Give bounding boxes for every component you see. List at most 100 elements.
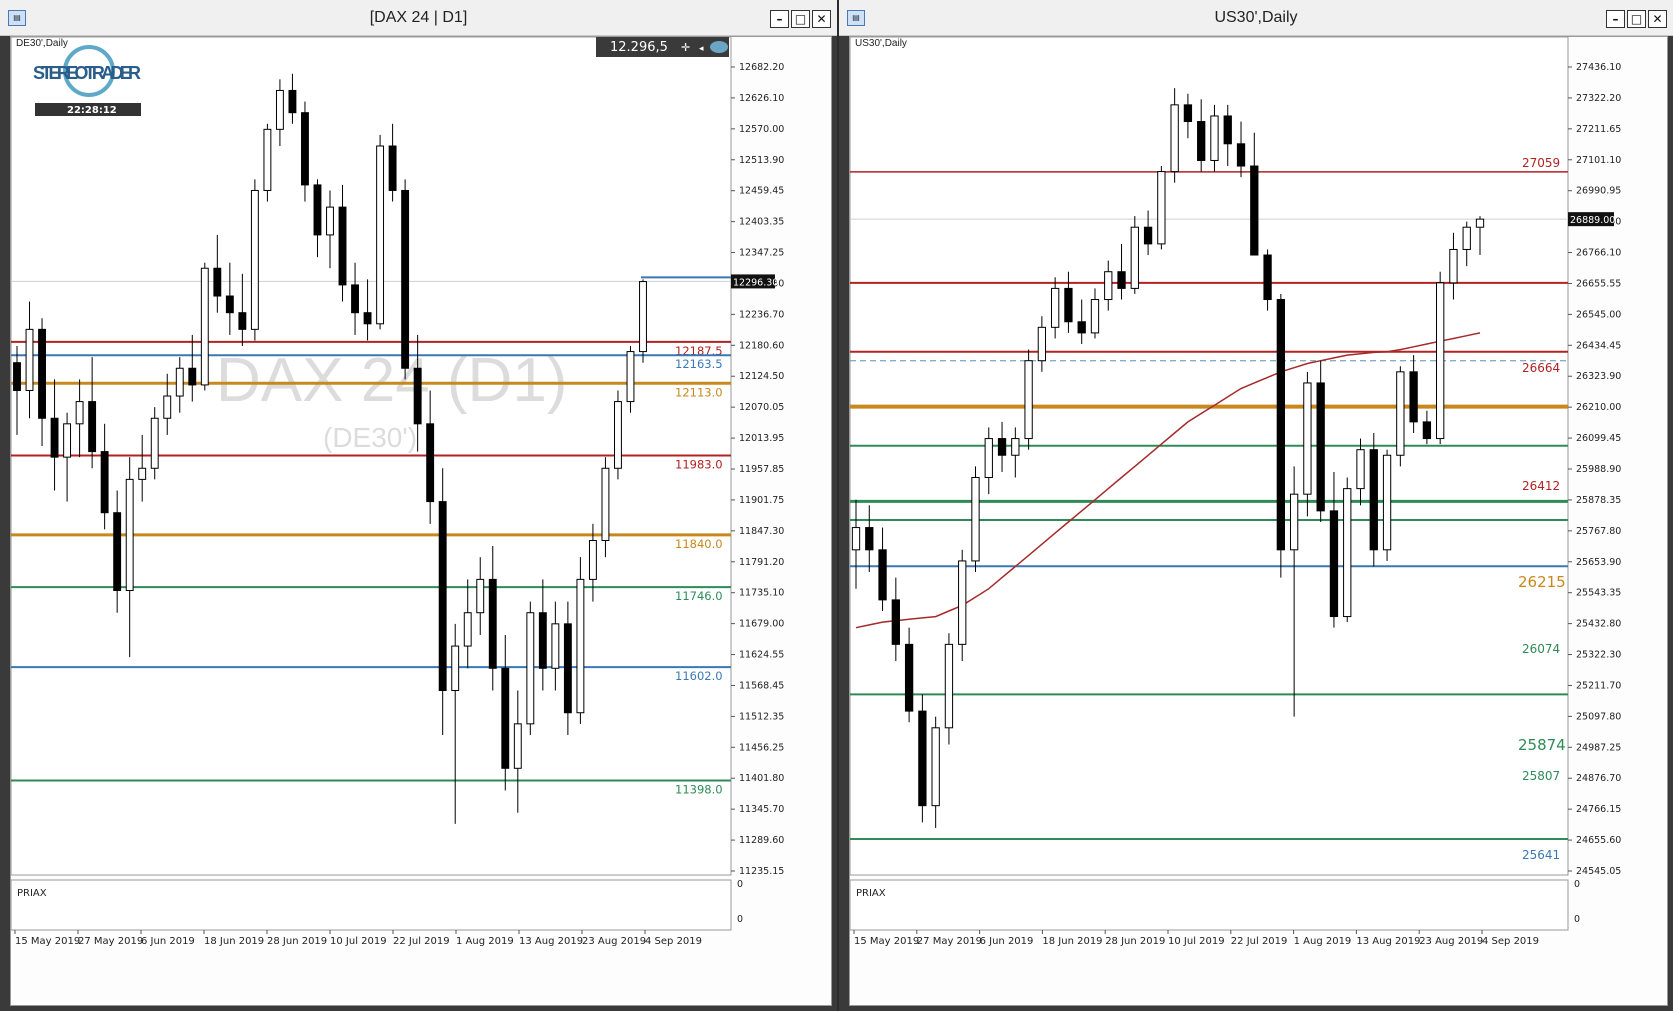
y-tick-label: 12013.95 (739, 433, 784, 444)
close-button[interactable]: ✕ (812, 10, 831, 28)
candle-body (551, 623, 560, 669)
candle-body (1382, 454, 1392, 551)
candle-body (878, 549, 887, 601)
candle-body (931, 727, 940, 807)
candle-body (1210, 115, 1219, 161)
y-tick-label: 11679.00 (739, 619, 784, 630)
x-tick-label: 6 Jun 2019 (980, 936, 1034, 947)
level-label: 25874 (1518, 736, 1566, 754)
level-label: 11840.0 (675, 537, 723, 551)
candle-body (288, 89, 297, 114)
y-tick-label: 12513.90 (739, 155, 784, 166)
candle-body (501, 667, 510, 769)
y-tick-label: 25878.35 (1576, 495, 1621, 506)
x-tick-label: 15 May 2019 (854, 936, 919, 947)
x-tick-label: 23 Aug 2019 (582, 936, 646, 947)
candle-body (438, 501, 447, 692)
level-label: 11746.0 (675, 589, 723, 603)
indicator-tick-bottom: 0 (1574, 914, 1580, 925)
candle-body (100, 451, 109, 514)
candle-body (865, 527, 874, 551)
dax-titlebar[interactable]: ▤ [DAX 24 | D1] – □ ✕ (0, 0, 837, 36)
us30-chart-svg[interactable]: US30',Daily 27436.10 27322.20 27211.65 27101… (850, 37, 1669, 1002)
candle-body (13, 362, 21, 391)
us30-chart-window: ▤ US30',Daily – □ ✕ US30',Daily 27436.10 2… (839, 0, 1673, 1011)
x-tick-label: 10 Jul 2019 (330, 936, 387, 947)
y-tick-label: 11624.55 (739, 650, 784, 661)
y-tick-label: 11901.75 (739, 495, 784, 506)
level-label: 12163.5 (675, 357, 723, 371)
y-tick-label: 12570.00 (739, 124, 784, 135)
minimize-button[interactable]: – (770, 10, 789, 28)
y-tick-label: 25211.70 (1576, 680, 1621, 691)
y-tick-label: 12180.60 (739, 340, 784, 351)
y-tick-label: 26434.45 (1576, 340, 1621, 351)
candle-body (1475, 218, 1485, 228)
candle-body (904, 643, 914, 712)
x-tick-label: 28 Jun 2019 (267, 936, 327, 947)
symbol-label: US30',Daily (855, 38, 907, 49)
candle-body (984, 438, 993, 479)
candle-body (1104, 271, 1113, 301)
candle-body (1197, 121, 1206, 161)
candle-body (451, 645, 460, 692)
maximize-button[interactable]: □ (791, 10, 810, 28)
current-price-label: 12296.30 (733, 277, 778, 288)
candle-body (576, 578, 585, 714)
candle-body (1117, 271, 1126, 289)
y-tick-label: 12236.70 (739, 309, 784, 320)
close-button[interactable]: ✕ (1648, 10, 1667, 28)
x-tick-label: 4 Sep 2019 (645, 936, 702, 947)
y-tick-label: 26655.55 (1576, 278, 1621, 289)
indicator-pane (11, 879, 732, 931)
candle-body (263, 128, 272, 191)
x-tick-label: 27 May 2019 (917, 936, 982, 947)
y-tick-label: 12626.10 (739, 93, 784, 104)
candle-body (958, 560, 967, 645)
candle-body (351, 284, 359, 314)
indicator-tick-top: 0 (1574, 879, 1580, 890)
us30-window-title: US30',Daily (1214, 9, 1298, 26)
y-tick-label: 24987.25 (1576, 742, 1621, 753)
x-tick-label: 10 Jul 2019 (1168, 936, 1225, 947)
us30-titlebar[interactable]: ▤ US30',Daily – □ ✕ (839, 0, 1673, 36)
candle-body (1422, 421, 1432, 440)
candle-body (1236, 143, 1246, 167)
indicator-pane (850, 879, 1569, 931)
candle-body (163, 395, 172, 419)
x-tick-label: 23 Aug 2019 (1419, 936, 1483, 947)
y-tick-label: 11456.25 (739, 742, 784, 753)
candle-body (250, 189, 259, 330)
y-tick-label: 11512.35 (739, 711, 784, 722)
candle-body (413, 367, 422, 425)
maximize-button[interactable]: □ (1627, 10, 1646, 28)
x-tick-label: 6 Jun 2019 (141, 936, 195, 947)
dax-chart-svg[interactable]: DE30',Daily 12682.20 12626.10 12570.00 12513… (11, 37, 833, 1002)
candle-body (1462, 226, 1471, 250)
y-tick-label: 27436.10 (1576, 62, 1621, 73)
y-tick-label: 24766.15 (1576, 804, 1621, 815)
level-label: 27059 (1522, 156, 1560, 170)
y-tick-label: 11847.30 (739, 526, 784, 537)
candle-body (1409, 371, 1418, 423)
candle-body (891, 599, 900, 645)
candle-body (588, 539, 597, 580)
us30-chart-area[interactable]: US30',Daily 27436.10 27322.20 27211.65 27101… (849, 36, 1668, 1006)
x-tick-label: 1 Aug 2019 (1294, 936, 1352, 947)
minimize-button[interactable]: – (1606, 10, 1625, 28)
level-label: 11398.0 (675, 783, 723, 797)
x-tick-label: 13 Aug 2019 (1356, 936, 1420, 947)
y-tick-label: 25322.30 (1576, 650, 1621, 661)
candle-body (200, 267, 209, 386)
x-tick-label: 28 Jun 2019 (1105, 936, 1165, 947)
x-tick-label: 13 Aug 2019 (519, 936, 583, 947)
dax-chart-area[interactable]: DE30',Daily 12682.20 12626.10 12570.00 12513… (10, 36, 832, 1006)
y-tick-label: 12459.45 (739, 186, 784, 197)
y-tick-label: 25543.35 (1576, 588, 1621, 599)
candle-body (301, 112, 309, 186)
logo-text: STEREOTRADER (33, 63, 141, 83)
candle-body (238, 312, 247, 330)
clock-text: 22:28:12 (67, 105, 117, 116)
y-tick-label: 12124.50 (739, 371, 784, 382)
candle-body (63, 423, 72, 458)
